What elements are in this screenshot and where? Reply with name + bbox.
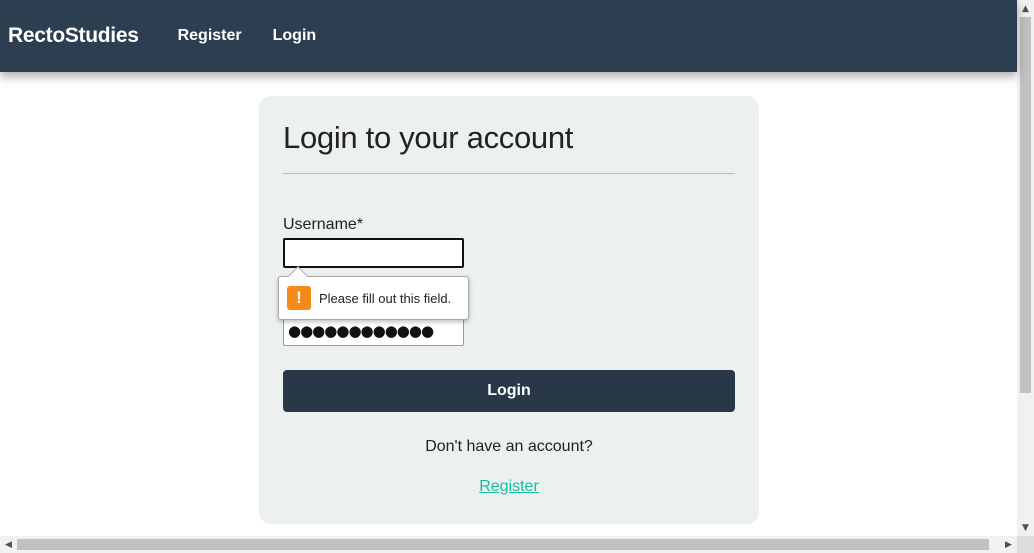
scroll-up-icon[interactable]: ▲	[1017, 0, 1034, 17]
horizontal-scroll-thumb[interactable]	[17, 539, 989, 550]
navbar: RectoStudies Register Login	[0, 0, 1017, 72]
nav-login-link[interactable]: Login	[273, 27, 317, 45]
warning-icon: !	[287, 286, 311, 310]
username-input[interactable]	[283, 238, 464, 268]
page-title: Login to your account	[283, 120, 574, 155]
tooltip-message: Please fill out this field.	[319, 290, 452, 306]
vertical-scroll-thumb[interactable]	[1020, 17, 1031, 393]
nav-register-link[interactable]: Register	[178, 27, 242, 45]
username-label: Username*	[283, 216, 364, 233]
scrollbar-corner	[1017, 536, 1034, 553]
horizontal-scrollbar[interactable]: ◀ ▶	[0, 536, 1017, 553]
vertical-scrollbar[interactable]: ▲ ▼	[1017, 0, 1034, 536]
title-divider	[283, 173, 735, 174]
scroll-right-icon[interactable]: ▶	[1000, 536, 1017, 553]
brand-logo[interactable]: RectoStudies	[8, 24, 139, 48]
login-button[interactable]: Login	[283, 370, 735, 412]
signup-prompt: Don't have an account?	[425, 438, 593, 455]
validation-tooltip: ! Please fill out this field.	[278, 266, 469, 320]
scroll-left-icon[interactable]: ◀	[0, 536, 17, 553]
scroll-down-icon[interactable]: ▼	[1017, 519, 1034, 536]
password-input[interactable]: ●●●●●●●●●●●●	[283, 316, 464, 346]
register-link[interactable]: Register	[259, 478, 759, 496]
